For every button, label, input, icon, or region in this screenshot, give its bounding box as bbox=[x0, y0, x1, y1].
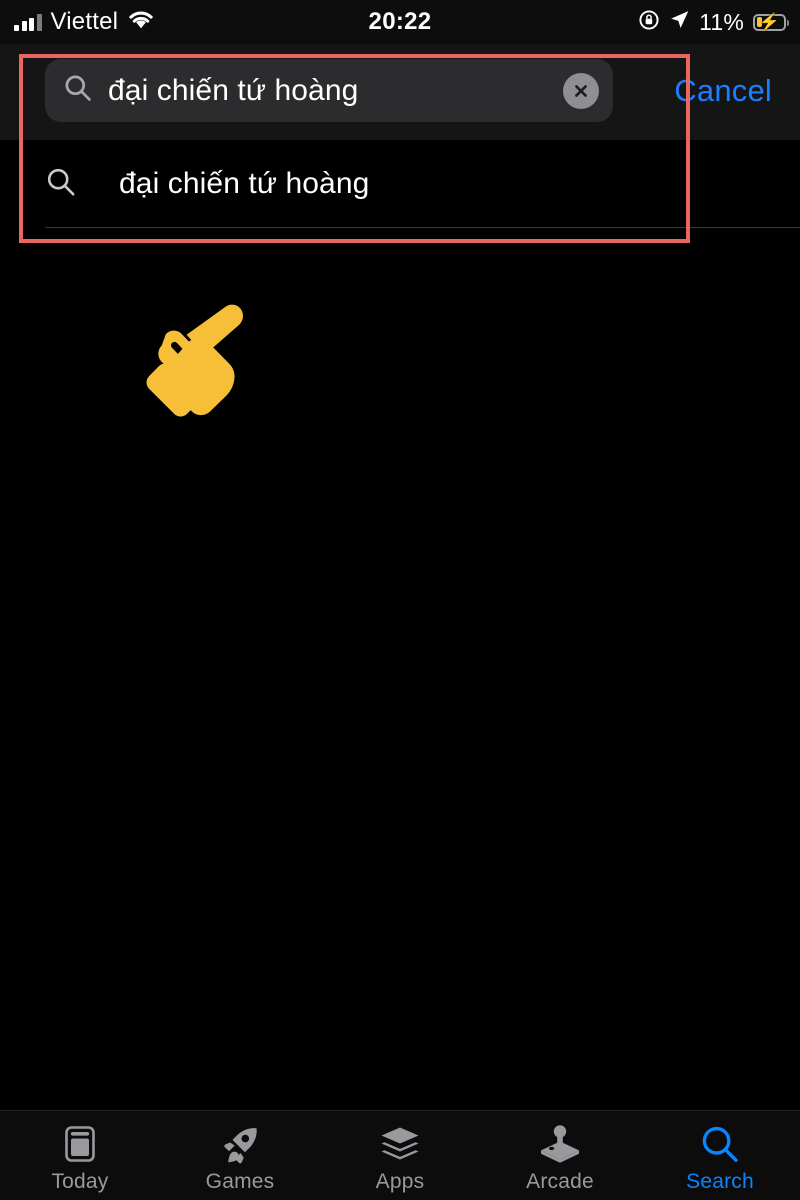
list-item-label: đại chiến tứ hoàng bbox=[119, 167, 370, 200]
cancel-button[interactable]: Cancel bbox=[674, 73, 772, 109]
joystick-icon bbox=[538, 1124, 582, 1166]
pointing-hand-icon bbox=[118, 285, 268, 435]
tab-games-label: Games bbox=[205, 1169, 275, 1193]
status-bar-right: 11% ⚡ bbox=[638, 8, 789, 36]
tab-apps[interactable]: Apps bbox=[320, 1111, 480, 1200]
tab-bar: Today Games Apps Arcade Search bbox=[0, 1110, 800, 1200]
tab-search-label: Search bbox=[686, 1169, 754, 1193]
search-icon bbox=[63, 73, 93, 108]
tab-search[interactable]: Search bbox=[640, 1111, 800, 1200]
rotation-lock-icon bbox=[638, 9, 660, 36]
list-item[interactable]: đại chiến tứ hoàng bbox=[0, 140, 800, 228]
row-divider bbox=[45, 227, 800, 228]
status-bar: Viettel 20:22 11% ⚡ bbox=[0, 0, 800, 44]
battery-percent-label: 11% bbox=[699, 8, 744, 35]
search-input[interactable]: đại chiến tứ hoàng bbox=[45, 59, 613, 122]
battery-charging-icon: ⚡ bbox=[753, 13, 789, 31]
today-card-icon bbox=[60, 1124, 100, 1166]
tab-arcade-label: Arcade bbox=[526, 1169, 594, 1193]
tab-arcade[interactable]: Arcade bbox=[480, 1111, 640, 1200]
search-suggestion-list: đại chiến tứ hoàng bbox=[0, 140, 800, 228]
tab-today-label: Today bbox=[51, 1169, 109, 1193]
clear-circle-icon[interactable] bbox=[563, 72, 599, 109]
location-arrow-icon bbox=[669, 9, 690, 35]
search-icon bbox=[45, 166, 77, 203]
stacked-layers-icon bbox=[378, 1124, 422, 1166]
search-header: đại chiến tứ hoàng Cancel bbox=[0, 44, 800, 140]
search-input-value: đại chiến tứ hoàng bbox=[108, 73, 359, 107]
tab-games[interactable]: Games bbox=[160, 1111, 320, 1200]
rocket-icon bbox=[219, 1124, 261, 1166]
tab-today[interactable]: Today bbox=[0, 1111, 160, 1200]
search-icon bbox=[699, 1124, 741, 1166]
tab-apps-label: Apps bbox=[375, 1169, 425, 1193]
